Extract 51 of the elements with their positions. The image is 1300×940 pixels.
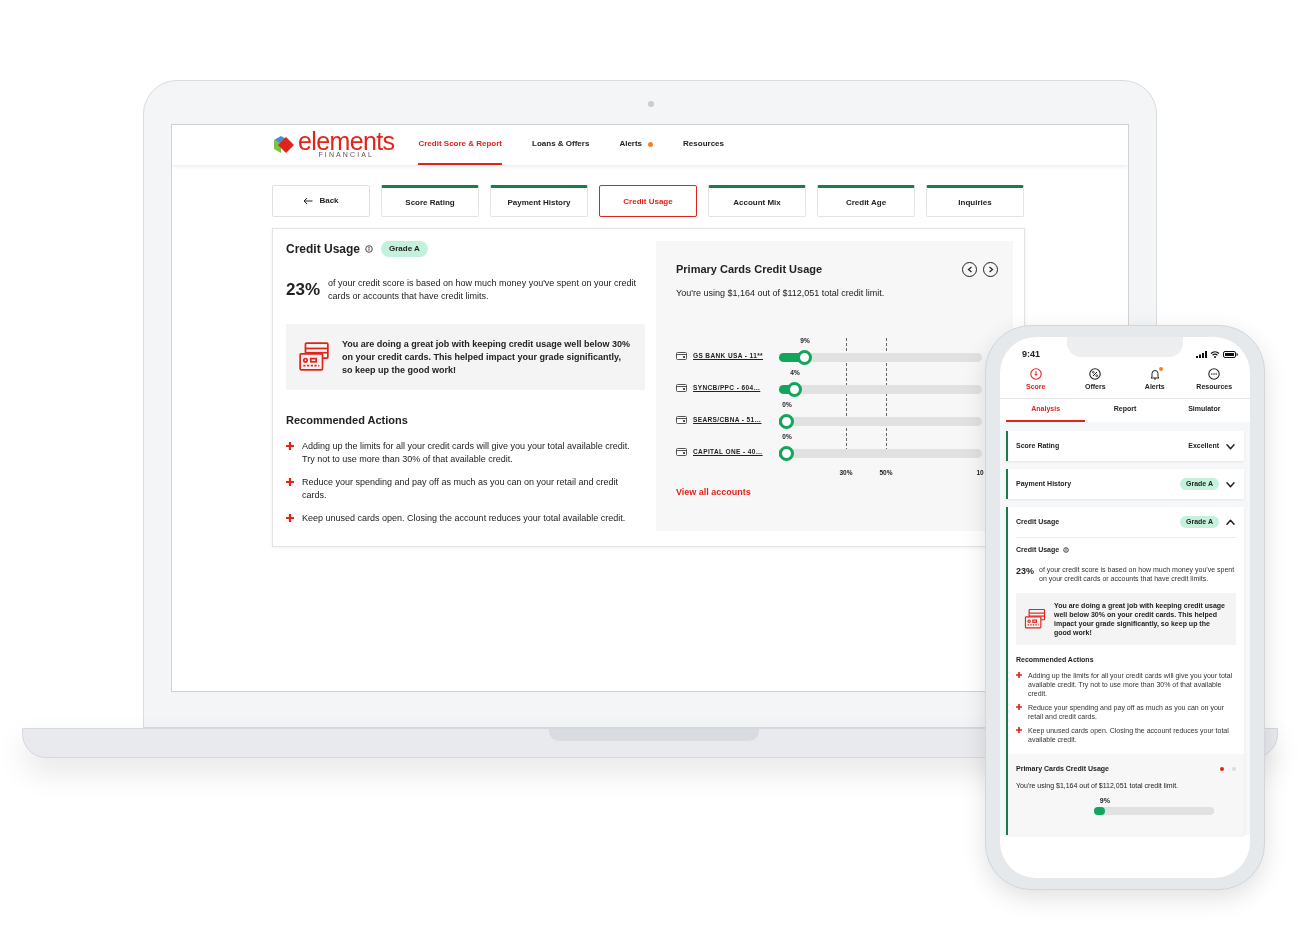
card-icon <box>676 416 687 425</box>
plus-icon <box>286 513 294 522</box>
nav-tab[interactable]: Loans & Offers <box>532 125 590 165</box>
chevron-right-icon <box>987 265 994 273</box>
action-text: Reduce your spending and pay off as much as you can on your retail and credit cards. <box>302 475 620 502</box>
plus-icon <box>286 441 294 450</box>
bell-icon <box>1148 367 1161 380</box>
tab[interactable]: Account Mix <box>708 185 806 217</box>
nav-tab[interactable]: Resources <box>683 125 724 165</box>
plus-icon <box>1016 672 1022 678</box>
plus-icon <box>286 477 294 486</box>
action-text: Keep unused cards open. Closing the account reduces your total available credit. <box>302 511 627 525</box>
card-icon <box>676 352 687 361</box>
tab[interactable]: Score Rating <box>381 185 479 217</box>
action-text: Adding up the limits for all your credit cards will give you your total available credit. Try not to use more than 30% of that available credit. <box>302 439 631 466</box>
tab[interactable]: Credit Age <box>817 185 915 217</box>
arrow-left-icon <box>303 197 314 205</box>
card-icon <box>676 448 687 457</box>
section-heading: Recommended Actions <box>286 413 409 428</box>
signal-icon <box>1196 351 1207 359</box>
nav-tab[interactable]: Alerts <box>619 125 654 165</box>
logo-icon <box>272 134 296 156</box>
tab[interactable]: Inquiries <box>926 185 1024 217</box>
battery-icon <box>1223 351 1238 359</box>
status-time: 9:41 <box>1022 348 1040 361</box>
grade-badge: Grade A <box>381 241 428 257</box>
tab[interactable]: Credit Usage <box>599 185 697 217</box>
wifi-icon <box>1210 351 1220 359</box>
camera <box>648 101 654 107</box>
chevron-left-icon <box>966 265 973 273</box>
nav-tab[interactable]: Credit Score & Report <box>418 125 503 165</box>
logo-wordmark: elements <box>298 131 395 151</box>
percent-icon <box>1089 367 1102 380</box>
card-icon <box>676 384 687 393</box>
percent-value: 23% <box>1016 566 1034 578</box>
plus-icon <box>1016 704 1022 710</box>
description-text: of your credit score is based on how much money you've spent on your credit cards or accounts that have credit limits. <box>328 277 637 303</box>
plus-icon <box>1016 727 1022 733</box>
view-all-link[interactable]: View all accounts <box>676 486 751 500</box>
panel-title: Primary Cards Credit Usage <box>676 262 823 277</box>
back-button[interactable]: Back <box>272 185 370 217</box>
credit-cards-icon <box>1024 607 1046 630</box>
section-title: Credit Usage <box>286 241 361 258</box>
more-icon <box>1208 367 1221 380</box>
tip-text: You are doing a great job with keeping credit usage well below 30% on your credit cards. This helped impact your grade significantly, so keep up the good work! <box>342 337 631 377</box>
tab[interactable]: Payment History <box>490 185 588 217</box>
info-icon <box>365 245 374 253</box>
summary-text: You're using $1,164 out of $112,051 total credit limit. <box>676 286 886 300</box>
credit-cards-icon <box>298 341 330 373</box>
info-icon <box>1063 547 1070 554</box>
percent-value: 23% <box>286 281 321 301</box>
